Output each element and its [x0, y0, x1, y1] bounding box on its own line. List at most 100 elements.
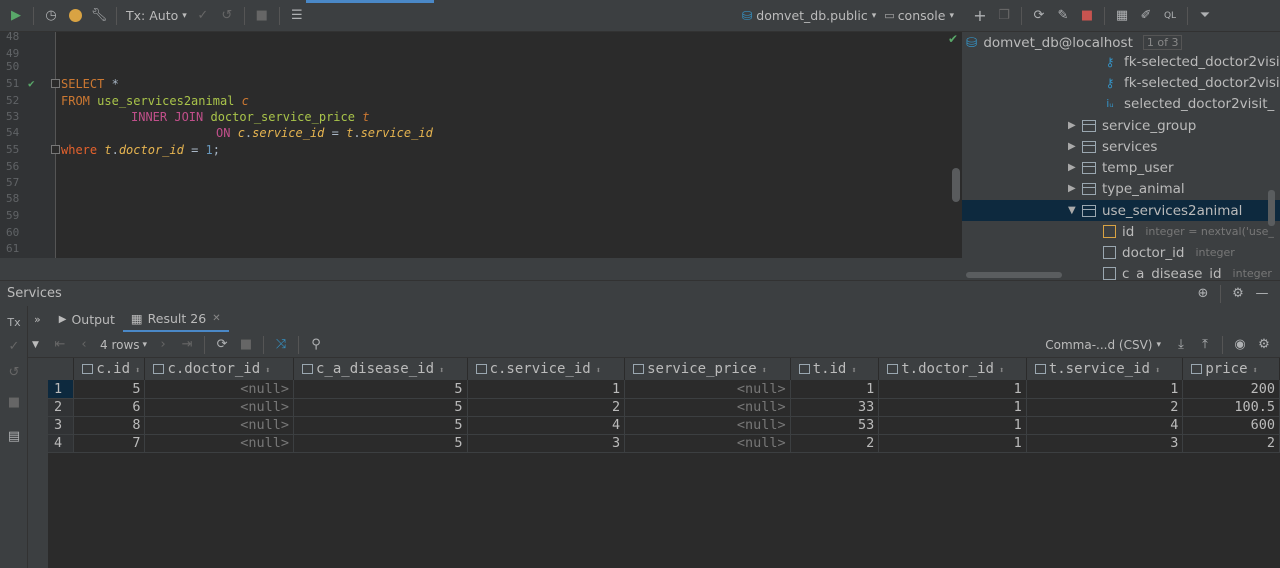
add-icon[interactable]: + [968, 4, 992, 28]
upload-icon[interactable]: ⤒ [1193, 333, 1217, 357]
table-cell[interactable]: <null> [624, 416, 791, 435]
last-page-icon[interactable]: ⇥ [175, 333, 199, 357]
table-cell[interactable]: 2 [790, 434, 880, 453]
rollback-icon[interactable]: ↺ [2, 360, 26, 384]
explain-plan-icon[interactable] [63, 4, 87, 28]
table-icon[interactable]: ▦ [1110, 4, 1134, 28]
table-cell[interactable]: 4 [467, 416, 626, 435]
column-header[interactable]: c.service_id ⬍ [467, 358, 626, 380]
stop-icon[interactable]: ■ [2, 390, 26, 414]
row-number[interactable]: 3 [48, 416, 75, 435]
sort-icon[interactable]: ⬍ [265, 366, 270, 376]
table-cell[interactable]: 53 [790, 416, 880, 435]
tree-table-item[interactable]: ▶ service_group [962, 115, 1280, 136]
sort-icon[interactable]: ⬍ [1253, 366, 1258, 376]
table-cell[interactable]: 2 [467, 398, 626, 417]
refresh-icon[interactable]: ⟳ [1027, 4, 1051, 28]
tree-table-item-selected[interactable]: ▼ use_services2animal [962, 200, 1280, 221]
run-icon[interactable]: ▶ [4, 4, 28, 28]
tree-key-item[interactable]: ⚷ fk-selected_doctor2visi [962, 72, 1280, 93]
table-cell[interactable]: 6 [73, 398, 146, 417]
expand-arrows-icon[interactable]: » [34, 313, 41, 326]
edit-schema-icon[interactable]: ✎ [1051, 4, 1075, 28]
gear-icon[interactable]: ⚙ [1226, 282, 1250, 306]
table-cell[interactable]: 1 [467, 380, 626, 399]
table-cell[interactable]: 1 [790, 380, 880, 399]
sort-icon[interactable]: ⬍ [596, 366, 601, 376]
table-cell[interactable]: <null> [624, 434, 791, 453]
console-selector[interactable]: ▭ console ▾ [884, 8, 954, 23]
table-cell[interactable]: 200 [1182, 380, 1280, 399]
tree-key-item[interactable]: ⚷ fk-selected_doctor2visi [962, 51, 1280, 72]
edit-icon[interactable]: ✐ [1134, 4, 1158, 28]
stop-icon[interactable]: ■ [234, 333, 258, 357]
tree-table-item[interactable]: ▶ services [962, 136, 1280, 157]
column-header[interactable]: service_price ⬍ [624, 358, 791, 380]
prev-page-icon[interactable]: ‹ [72, 333, 96, 357]
fold-marker-icon[interactable] [51, 79, 60, 88]
column-header[interactable]: t.id ⬍ [790, 358, 880, 380]
tree-column-item[interactable]: doctor_id integer [962, 242, 1280, 263]
minimize-icon[interactable]: — [1250, 282, 1274, 306]
next-page-icon[interactable]: › [151, 333, 175, 357]
sql-editor[interactable]: 48 49 50 51 52 53 54 55 56 57 58 59 60 6… [0, 30, 962, 258]
tab-result[interactable]: ▦ Result 26 ✕ [122, 306, 229, 332]
refresh-icon[interactable]: ⟳ [210, 333, 234, 357]
stop-icon[interactable]: ■ [1075, 4, 1099, 28]
collapse-arrow-icon[interactable]: ▼ [1068, 205, 1082, 216]
commit-icon[interactable]: ✓ [191, 4, 215, 28]
column-header[interactable]: c.doctor_id ⬍ [144, 358, 294, 380]
table-cell[interactable]: 1 [878, 416, 1027, 435]
row-number[interactable]: 1 [48, 380, 75, 399]
console-icon[interactable]: QL [1158, 4, 1182, 28]
result-table-icon[interactable]: ☰ [285, 4, 309, 28]
sort-icon[interactable]: ⬍ [999, 366, 1004, 376]
table-cell[interactable]: 5 [293, 434, 468, 453]
table-cell[interactable]: 5 [293, 380, 468, 399]
sort-icon[interactable]: ⬍ [762, 366, 767, 376]
gear-icon[interactable]: ⚙ [1252, 333, 1276, 357]
table-cell[interactable]: 2 [1182, 434, 1280, 453]
tree-column-item[interactable]: id integer = nextval('use_ [962, 221, 1280, 242]
tree-table-item[interactable]: ▶ type_animal [962, 178, 1280, 199]
table-cell[interactable]: 1 [878, 398, 1027, 417]
globe-icon[interactable]: ⊕ [1191, 282, 1215, 306]
expand-arrow-icon[interactable]: ▶ [1068, 183, 1082, 194]
schema-selector[interactable]: ⛁ domvet_db.public ▾ [742, 8, 876, 23]
filter-icon[interactable]: ⏷ [1193, 4, 1217, 28]
fold-marker-icon[interactable] [51, 145, 60, 154]
column-header[interactable]: price ⬍ [1182, 358, 1280, 380]
history-icon[interactable]: ◷ [39, 4, 63, 28]
table-cell[interactable]: 5 [293, 398, 468, 417]
commit-icon[interactable]: ✓ [2, 334, 26, 358]
table-row[interactable]: 3 8 <null> 5 4 <null> 53 1 4 600 [48, 416, 1280, 435]
tree-table-item[interactable]: ▶ temp_user [962, 157, 1280, 178]
table-cell[interactable]: 100.5 [1182, 398, 1280, 417]
table-cell[interactable]: 2 [1026, 398, 1184, 417]
table-cell[interactable]: 1 [878, 380, 1027, 399]
sort-icon[interactable]: ⬍ [851, 366, 856, 376]
expand-arrow-icon[interactable]: ▶ [1068, 141, 1082, 152]
sort-icon[interactable]: ⬍ [135, 366, 140, 376]
settings-wrench-icon[interactable]: 🔧︎ [87, 4, 111, 28]
export-format-dropdown[interactable]: Comma-...d (CSV) ▾ [1045, 338, 1161, 352]
tree-vertical-scrollbar[interactable] [1268, 190, 1275, 226]
table-cell[interactable]: <null> [144, 434, 294, 453]
table-cell[interactable]: 5 [293, 416, 468, 435]
sort-icon[interactable]: ⬍ [439, 366, 444, 376]
sort-icon[interactable]: ⬍ [1155, 366, 1160, 376]
table-row[interactable]: 2 6 <null> 5 2 <null> 33 1 2 100.5 [48, 398, 1280, 417]
table-cell[interactable]: 3 [467, 434, 626, 453]
row-number[interactable]: 4 [48, 434, 75, 453]
table-cell[interactable]: 33 [790, 398, 880, 417]
table-cell[interactable]: <null> [144, 398, 294, 417]
column-header[interactable]: t.doctor_id ⬍ [878, 358, 1027, 380]
copy-icon[interactable]: ❐ [992, 4, 1016, 28]
column-header[interactable]: c.id ⬍ [73, 358, 146, 380]
pin-icon[interactable]: ⚲ [304, 333, 328, 357]
tx-icon[interactable]: Tx [2, 310, 26, 334]
tree-horizontal-scrollbar[interactable] [966, 272, 1062, 278]
table-cell[interactable]: <null> [624, 398, 791, 417]
first-page-icon[interactable]: ⇤ [48, 333, 72, 357]
tab-output[interactable]: ▶ Output [51, 306, 123, 332]
